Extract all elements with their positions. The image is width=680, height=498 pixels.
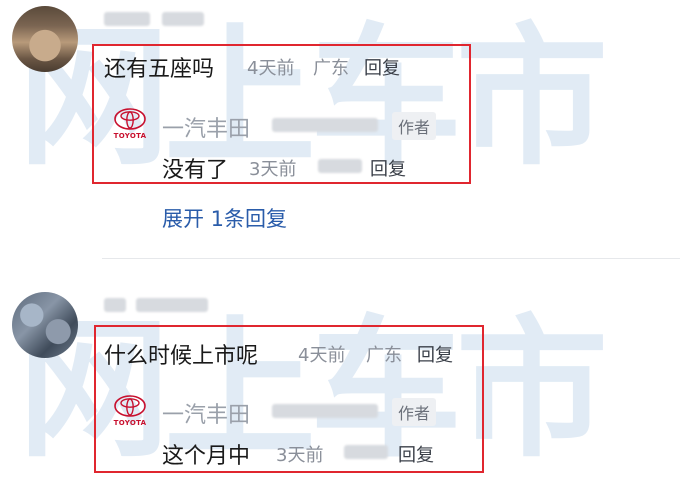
comment-location: 广东 — [366, 345, 402, 366]
comment-location: 广东 — [313, 58, 349, 79]
reply-author[interactable]: 一汽丰田 — [162, 111, 250, 143]
avatar[interactable] — [12, 292, 78, 358]
logo-text: TOYOTA — [113, 132, 147, 140]
reply-text: 这个月中 — [162, 444, 251, 469]
comment-text: 还有五座吗 — [104, 57, 215, 82]
author-badge: 作者 — [392, 398, 437, 426]
expand-replies-link[interactable]: 展开 1条回复 — [162, 203, 287, 233]
username-blurred — [162, 12, 204, 26]
reply-button[interactable]: 回复 — [398, 441, 434, 467]
reply-time: 3天前 — [249, 159, 297, 180]
toyota-logo-icon: TOYOTA — [110, 106, 150, 146]
toyota-logo-icon: TOYOTA — [110, 393, 150, 433]
username-blurred[interactable] — [104, 12, 150, 26]
author-badge: 作者 — [392, 112, 437, 140]
divider — [102, 258, 680, 259]
avatar[interactable] — [12, 6, 78, 72]
reply-time: 3天前 — [276, 445, 324, 466]
comment-time: 4天前 — [298, 345, 346, 366]
reply-button[interactable]: 回复 — [364, 54, 400, 80]
reply-author[interactable]: 一汽丰田 — [162, 397, 250, 429]
reply-button[interactable]: 回复 — [370, 155, 406, 181]
reply-text: 没有了 — [162, 158, 229, 183]
comment-time: 4天前 — [247, 58, 295, 79]
comment-text: 什么时候上市呢 — [104, 344, 259, 369]
reply-button[interactable]: 回复 — [417, 341, 453, 367]
username-blurred — [136, 298, 208, 312]
logo-text: TOYOTA — [113, 419, 147, 427]
username-blurred[interactable] — [104, 298, 126, 312]
